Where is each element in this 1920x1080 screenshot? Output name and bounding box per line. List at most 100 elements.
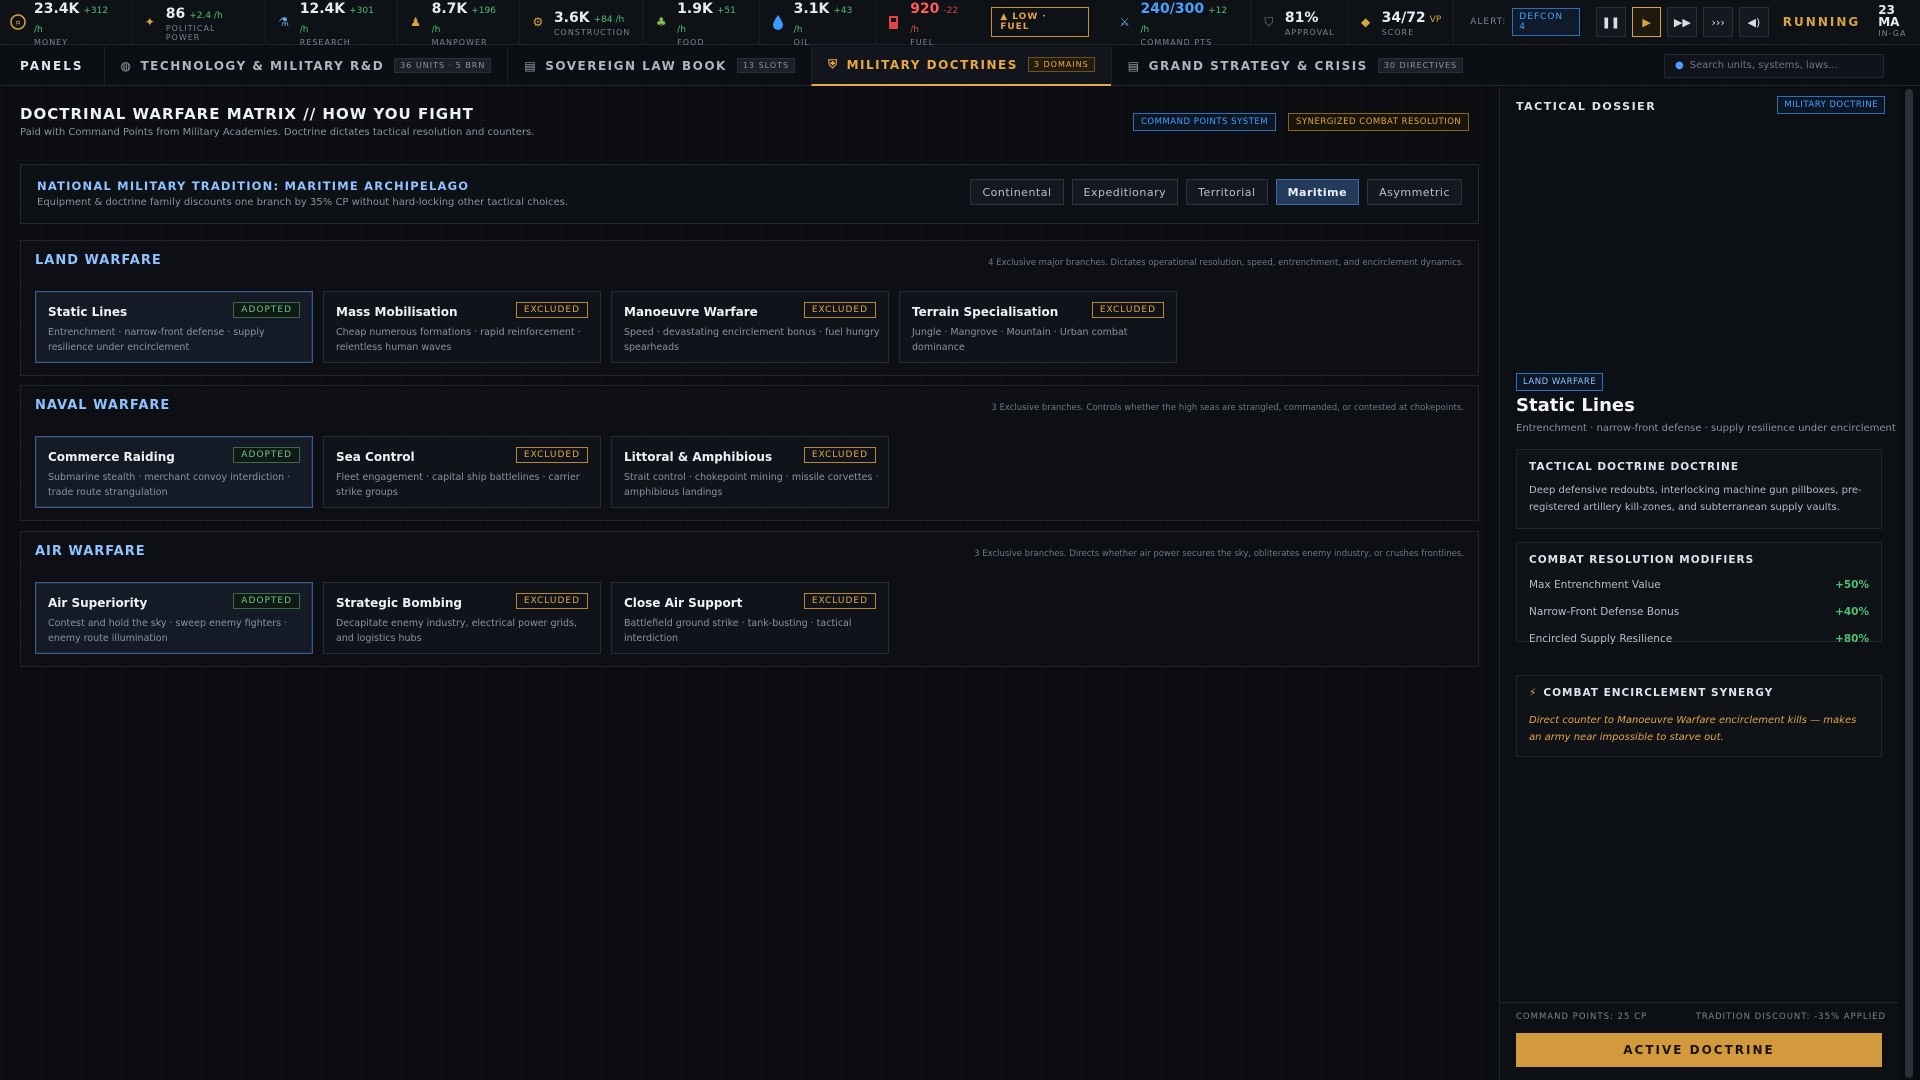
doctrine-card-strategic-bombing[interactable]: Strategic Bombing EXCLUDED Decapitate en… [323,582,601,654]
modifier-row: Max Entrenchment Value +50% [1529,579,1869,591]
svg-text:¤: ¤ [15,18,20,27]
tab-law-book-count: 13 SLOTS [736,58,796,73]
oil-value: 3.1K [793,0,830,17]
political-power-label: POLITICAL POWER [165,23,216,42]
search-input[interactable]: Search units, systems, laws... [1690,60,1838,71]
approval-icon: ⛉ [1264,14,1274,29]
tab-grand-strategy-label: GRAND STRATEGY & CRISIS [1148,58,1368,73]
clock-sub: IN-GA [1878,29,1907,38]
doctrine-card-mass-mobilisation[interactable]: Mass Mobilisation EXCLUDED Cheap numerou… [323,291,601,363]
tradition-option-territorial[interactable]: Territorial [1186,179,1268,205]
construction-icon: ⚙ [532,15,544,29]
pause-icon: ❚❚ [1601,15,1620,29]
modifier-row: Encircled Supply Resilience +80% [1529,633,1869,645]
game-status: RUNNING [1782,15,1861,29]
doctrine-card-commerce-raiding[interactable]: Commerce Raiding ADOPTED Submarine steal… [35,436,313,508]
doctrine-card-manoeuvre-warfare[interactable]: Manoeuvre Warfare EXCLUDED Speed · devas… [611,291,889,363]
fuel-icon [886,14,902,30]
land-warfare-section: LAND WARFARE 4 Exclusive major branches.… [20,240,1479,376]
tradition-desc: Equipment & doctrine family discounts on… [37,197,569,208]
doctrine-desc: Battlefield ground strike · tank-busting… [624,618,852,644]
doctrine-card-sea-control[interactable]: Sea Control EXCLUDED Fleet engagement · … [323,436,601,508]
play-button[interactable]: ▶ [1631,7,1662,37]
political-power-icon: ✦ [144,15,155,29]
resource-bar: ¤ 23.4K +312 /h MONEY ✦ 86 +2.4 /h POLITICAL… [0,0,1920,47]
panels-label: PANELS [20,58,84,73]
doctrine-name: Commerce Raiding [48,450,175,464]
lightning-icon: ⚡ [1529,687,1538,699]
score-unit: VP [1429,15,1442,25]
search-icon: ● [1675,60,1684,71]
active-doctrine-button[interactable]: ACTIVE DOCTRINE [1516,1033,1882,1067]
globe-icon: ◍ [120,58,133,73]
tradition-option-asymmetric[interactable]: Asymmetric [1367,179,1462,205]
play-icon: ▶ [1642,15,1651,29]
section-title: NAVAL WARFARE [35,398,171,413]
page-subtitle: Paid with Command Points from Military A… [20,127,535,138]
doctrine-detail-box: TACTICAL DOCTRINE DOCTRINE Deep defensiv… [1516,449,1882,529]
scrollbar-thumb[interactable] [1905,89,1913,1078]
doctrine-card-air-superiority[interactable]: Air Superiority ADOPTED Contest and hold… [35,582,313,654]
tradition-option-continental[interactable]: Continental [970,179,1064,205]
resource-research: ⚗ 12.4K +301 /h RESEARCH [266,0,398,47]
status-badge: ADOPTED [233,447,300,463]
doctrine-card-close-air-support[interactable]: Close Air Support EXCLUDED Battlefield g… [611,582,889,654]
dossier-doctrine-desc: Entrenchment · narrow-front defense · su… [1516,423,1896,434]
dossier-title: TACTICAL DOSSIER [1516,100,1657,113]
tab-law-book[interactable]: ▤ SOVEREIGN LAW BOOK 13 SLOTS [507,45,811,86]
fastest-speed-button[interactable]: ››› [1703,7,1734,37]
political-power-value: 86 [165,5,186,22]
doctrine-name: Air Superiority [48,596,148,610]
tab-technology[interactable]: ◍ TECHNOLOGY & MILITARY R&D 36 UNITS · 5… [103,45,508,86]
doctrine-desc: Speed · devastating encirclement bonus ·… [624,327,880,353]
resource-money: ¤ 23.4K +312 /h MONEY [0,0,132,47]
tab-military-doctrines[interactable]: ⛨ MILITARY DOCTRINES 3 DOMAINS [811,45,1111,86]
tradition-option-expeditionary[interactable]: Expeditionary [1071,179,1179,205]
manpower-icon: ♟ [410,15,422,29]
tradition-title: NATIONAL MILITARY TRADITION: MARITIME AR… [37,179,470,193]
doctrine-desc: Submarine stealth · merchant convoy inte… [48,472,291,498]
book-icon: ▤ [524,58,538,73]
doctrine-card-littoral-amphibious[interactable]: Littoral & Amphibious EXCLUDED Strait co… [611,436,889,508]
sound-button[interactable]: ◀) [1739,7,1769,37]
modifier-value: +80% [1835,633,1869,645]
pause-button[interactable]: ❚❚ [1595,7,1626,37]
doctrine-desc: Decapitate enemy industry, electrical po… [336,618,578,644]
fast-forward-button[interactable]: ▶▶ [1667,7,1698,37]
doctrine-card-terrain-specialisation[interactable]: Terrain Specialisation EXCLUDED Jungle ·… [899,291,1177,363]
naval-warfare-section: NAVAL WARFARE 3 Exclusive branches. Cont… [20,385,1479,521]
fastest-speed-icon: ››› [1711,15,1725,29]
tradition-option-maritime[interactable]: Maritime [1275,179,1360,205]
modifier-label: Max Entrenchment Value [1529,579,1661,591]
resource-fuel: 920 -22 /h FUEL [876,0,981,47]
fast-forward-icon: ▶▶ [1673,15,1691,29]
doctrine-card-static-lines[interactable]: Static Lines ADOPTED Entrenchment · narr… [35,291,313,363]
modifier-value: +40% [1835,606,1869,618]
air-warfare-section: AIR WARFARE 3 Exclusive branches. Direct… [20,531,1479,667]
shield-icon: ⛨ [828,57,839,71]
clock-date: 23 MA [1878,3,1900,29]
oil-icon [770,14,786,30]
page-title: DOCTRINAL WARFARE MATRIX // HOW YOU FIGH… [20,105,474,123]
resource-construction: ⚙ 3.6K +84 /h CONSTRUCTION [520,0,644,45]
scrollbar[interactable] [1899,87,1920,1080]
defcon-badge[interactable]: DEFCON 4 [1512,8,1580,36]
tab-technology-count: 36 UNITS · 5 BRN [394,58,492,73]
search-box[interactable]: ● Search units, systems, laws... [1664,53,1884,78]
construction-rate: +84 /h [593,15,625,25]
research-value: 12.4K [299,0,346,17]
doctrine-name: Mass Mobilisation [336,305,458,319]
low-fuel-warning: ▲ LOW · FUEL [991,7,1089,37]
modifiers-heading: COMBAT RESOLUTION MODIFIERS [1529,554,1755,566]
command-points-icon: ⚔ [1119,15,1130,29]
synergy-heading-row: ⚡ COMBAT ENCIRCLEMENT SYNERGY [1529,687,1773,699]
political-power-rate: +2.4 /h [189,10,223,21]
modifier-row: Narrow-Front Defense Bonus +40% [1529,606,1869,618]
doctrine-detail-heading: TACTICAL DOCTRINE DOCTRINE [1529,461,1740,473]
section-desc: 3 Exclusive branches. Controls whether t… [991,403,1464,413]
tab-military-doctrines-label: MILITARY DOCTRINES [846,57,1018,72]
tab-grand-strategy[interactable]: ▤ GRAND STRATEGY & CRISIS 30 DIRECTIVES [1110,45,1479,86]
section-desc: 3 Exclusive branches. Directs whether ai… [974,549,1464,559]
resource-manpower: ♟ 8.7K +196 /h MANPOWER [398,0,520,47]
status-badge: EXCLUDED [803,302,876,318]
